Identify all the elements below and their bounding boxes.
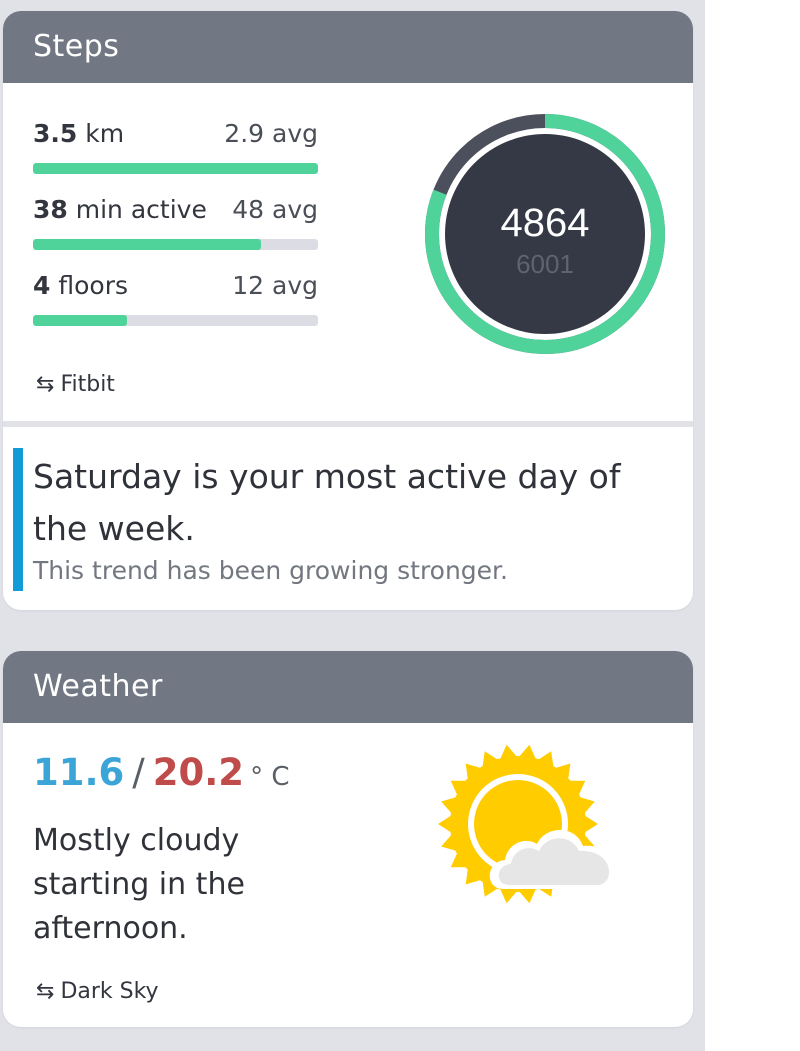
insight-title: Saturday is your most active day of the … bbox=[33, 457, 621, 548]
metric-value: 3.5 bbox=[33, 119, 78, 148]
steps-card-header: Steps bbox=[3, 11, 693, 83]
metric-active-minutes: 38 min active 48 avg bbox=[33, 195, 318, 250]
steps-card: Steps 3.5 km 2.9 avg 38 min active 48 av… bbox=[3, 11, 693, 610]
metric-value: 4 bbox=[33, 271, 51, 300]
step-goal: 6001 bbox=[516, 249, 574, 279]
steps-ring: 4864 6001 bbox=[425, 114, 665, 354]
weather-card: Weather 11.6/20.2 ° C Mostly cloudy start… bbox=[3, 651, 693, 1027]
sun-cloud-icon bbox=[438, 744, 617, 904]
temp-low: 11.6 bbox=[33, 751, 125, 794]
metric-unit: min active bbox=[75, 195, 207, 224]
source-label: Fitbit bbox=[60, 372, 115, 397]
weather-source-link[interactable]: ⇆ Dark Sky bbox=[36, 979, 159, 1004]
step-count: 4864 bbox=[501, 201, 590, 245]
progress-bar bbox=[33, 163, 318, 174]
insight-subtitle: This trend has been growing stronger. bbox=[33, 556, 508, 585]
steps-source-link[interactable]: ⇆ Fitbit bbox=[36, 372, 115, 397]
source-label: Dark Sky bbox=[60, 979, 159, 1004]
progress-bar-fill bbox=[33, 315, 128, 326]
metric-avg: 48 avg bbox=[232, 195, 318, 224]
temp-separator: / bbox=[132, 751, 145, 794]
metric-distance: 3.5 km 2.9 avg bbox=[33, 119, 318, 174]
metric-unit: floors bbox=[58, 271, 129, 300]
dashboard-column: Steps 3.5 km 2.9 avg 38 min active 48 av… bbox=[0, 0, 705, 1051]
progress-bar bbox=[33, 239, 318, 250]
temp-high: 20.2 bbox=[152, 751, 245, 794]
metric-avg: 12 avg bbox=[232, 271, 318, 300]
forecast-summary: Mostly cloudy starting in the afternoon. bbox=[33, 823, 245, 946]
insight-accent-bar bbox=[13, 448, 23, 591]
metric-value: 38 bbox=[33, 195, 68, 224]
progress-bar-fill bbox=[33, 163, 318, 174]
metric-avg: 2.9 avg bbox=[224, 119, 318, 148]
swap-arrows-icon: ⇆ bbox=[36, 979, 55, 1004]
metric-unit: km bbox=[85, 119, 125, 148]
temp-unit: ° C bbox=[250, 762, 290, 792]
card-divider bbox=[3, 421, 693, 427]
progress-bar bbox=[33, 315, 318, 326]
metric-floors: 4 floors 12 avg bbox=[33, 271, 318, 326]
swap-arrows-icon: ⇆ bbox=[36, 372, 55, 397]
progress-bar-fill bbox=[33, 239, 261, 250]
temperature-range: 11.6/20.2 ° C bbox=[33, 751, 289, 794]
weather-card-header: Weather bbox=[3, 651, 693, 723]
